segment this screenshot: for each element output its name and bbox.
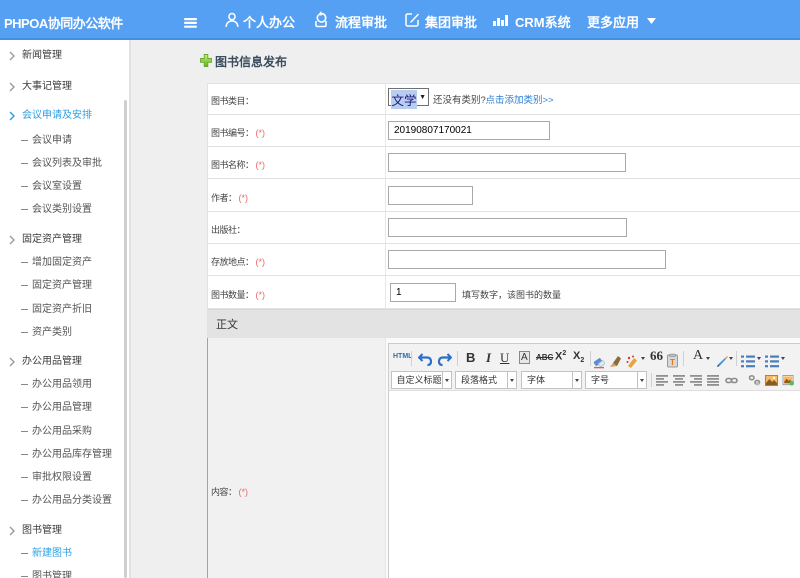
svg-text:T: T — [670, 358, 675, 367]
